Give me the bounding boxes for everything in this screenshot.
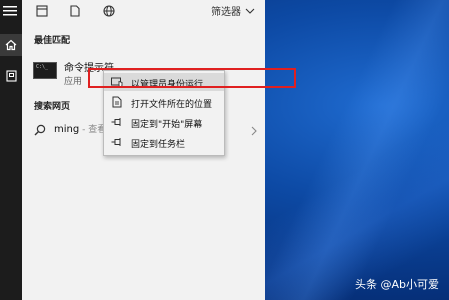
pin-icon bbox=[111, 116, 123, 128]
apps-icon[interactable] bbox=[34, 3, 50, 19]
web-query: ming bbox=[54, 124, 80, 135]
search-filter-bar: 筛选器 bbox=[22, 0, 265, 22]
menu-item-open-location[interactable]: 打开文件所在的位置 bbox=[104, 93, 224, 111]
best-match-heading: 最佳匹配 bbox=[34, 36, 71, 46]
pin-icon bbox=[111, 136, 123, 148]
filter-dropdown[interactable]: 筛选器 bbox=[211, 3, 255, 18]
search-icon bbox=[34, 121, 46, 140]
command-prompt-icon: C:\_ bbox=[33, 62, 57, 79]
chevron-down-icon bbox=[245, 8, 255, 14]
start-sidebar bbox=[0, 0, 22, 300]
documents-icon[interactable] bbox=[0, 66, 22, 86]
light-beam bbox=[265, 0, 449, 300]
result-type: 应用 bbox=[64, 77, 83, 87]
home-icon[interactable] bbox=[0, 34, 22, 56]
file-location-icon bbox=[111, 96, 123, 108]
web-search-heading: 搜索网页 bbox=[34, 102, 71, 112]
globe-icon[interactable] bbox=[101, 3, 117, 19]
highlight-box bbox=[88, 68, 296, 88]
filter-label: 筛选器 bbox=[211, 7, 241, 18]
hamburger-menu-icon[interactable] bbox=[3, 6, 17, 18]
menu-item-pin-taskbar[interactable]: 固定到任务栏 bbox=[104, 133, 224, 151]
chevron-right-icon[interactable] bbox=[251, 121, 257, 140]
document-icon[interactable] bbox=[67, 3, 83, 19]
watermark: 头条 @Ab小可爱 bbox=[354, 278, 439, 291]
menu-item-pin-start[interactable]: 固定到"开始"屏幕 bbox=[104, 113, 224, 131]
